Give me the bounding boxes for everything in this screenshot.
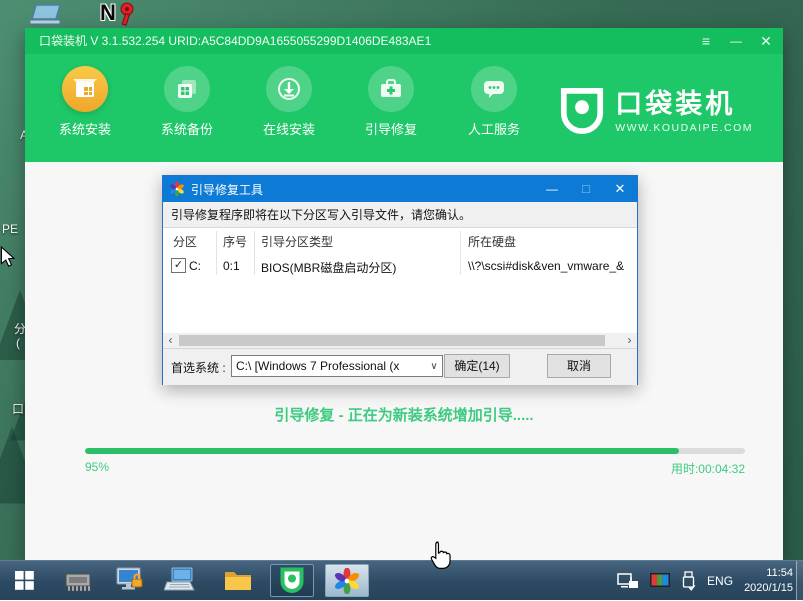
repair-toolbox-icon [368, 66, 414, 112]
network-icon[interactable] [617, 573, 639, 590]
dialog-minimize-icon[interactable]: — [535, 176, 569, 202]
brand-logo: 口袋装机 WWW.KOUDAIPE.COM [559, 86, 753, 138]
main-nav-header: 系统安装 系统备份 [25, 54, 783, 162]
taskbar: ENG 11:54 2020/1/15 [0, 560, 803, 600]
progress-percent: 95% [85, 460, 109, 477]
status-text: 引导修复 - 正在为新装系统增加引导..... [25, 404, 783, 425]
nav-item-system-backup[interactable]: 系统备份 [145, 66, 229, 138]
close-icon[interactable]: ✕ [751, 28, 781, 54]
clock-time: 11:54 [744, 566, 793, 581]
brand-url: WWW.KOUDAIPE.COM [615, 122, 753, 134]
scrollbar-thumb[interactable] [179, 335, 605, 346]
taskbar-bootrepair-app-button[interactable] [325, 564, 369, 597]
menu-icon[interactable]: ≡ [691, 28, 721, 54]
nav-item-system-install[interactable]: 系统安装 [43, 66, 127, 138]
taskbar-folder-icon[interactable] [216, 561, 260, 600]
taskbar-koudai-app-button[interactable] [270, 564, 314, 597]
scroll-left-icon[interactable]: ‹ [163, 333, 178, 348]
col-header-partition[interactable]: 分区 [173, 233, 197, 250]
nav-label: 在线安装 [247, 119, 331, 138]
column-divider [216, 231, 217, 275]
clock-date: 2020/1/15 [744, 581, 793, 596]
minimize-icon[interactable]: — [721, 28, 751, 54]
nav-label: 系统备份 [145, 119, 229, 138]
taskbar-chip-icon[interactable] [56, 561, 100, 600]
system-tray: ENG 11:54 2020/1/15 [617, 561, 793, 601]
red-key-glyph [114, 2, 136, 28]
download-icon [266, 66, 312, 112]
pinwheel-icon [334, 568, 360, 594]
nav-label: 系统安装 [43, 119, 127, 138]
arrow-cursor [0, 246, 16, 268]
nav-label: 人工服务 [452, 119, 536, 138]
start-button[interactable] [0, 561, 48, 600]
column-divider [460, 231, 461, 275]
cancel-button[interactable]: 取消 [547, 354, 611, 378]
cell-partition: C: [189, 259, 201, 273]
dialog-titlebar[interactable]: 引导修复工具 — □ ✕ [163, 176, 637, 202]
progress-labels: 95% 用时:00:04:32 [85, 460, 745, 477]
boot-repair-dialog: 引导修复工具 — □ ✕ 引导修复程序即将在以下分区写入引导文件，请您确认。 分… [162, 175, 638, 385]
brand-name: 口袋装机 [615, 91, 753, 118]
backup-icon [164, 66, 210, 112]
desktop: N A PE 分 ( 口 口袋装机 V 3.1.532.254 URID:A5C… [0, 0, 803, 600]
progress-bar [85, 448, 745, 454]
partition-table: 分区 序号 引导分区类型 所在硬盘 ✓ C: 0:1 BIOS(MBR磁盘启动分… [163, 229, 637, 333]
taskbar-remote-lock-icon[interactable] [108, 561, 152, 600]
checkbox-checked-icon[interactable]: ✓ [171, 258, 186, 273]
col-header-type[interactable]: 引导分区类型 [261, 233, 333, 250]
taskbar-keyboard-icon[interactable] [158, 561, 202, 600]
desktop-item-label[interactable]: 口 [12, 400, 24, 417]
dialog-title: 引导修复工具 [191, 181, 263, 198]
clock[interactable]: 11:54 2020/1/15 [744, 566, 793, 596]
chat-bubble-icon [471, 66, 517, 112]
nav-label: 引导修复 [349, 119, 433, 138]
windows-logo-icon [15, 571, 34, 590]
scroll-right-icon[interactable]: › [622, 333, 637, 348]
main-titlebar[interactable]: 口袋装机 V 3.1.532.254 URID:A5C84DD9A1655055… [25, 28, 783, 54]
desktop-item-label[interactable]: ( [16, 336, 20, 350]
nav-item-live-support[interactable]: 人工服务 [452, 66, 536, 138]
column-divider [254, 231, 255, 275]
desktop-item-label[interactable]: PE [2, 222, 18, 236]
desktop-nkey-icon[interactable]: N [100, 0, 136, 28]
elapsed-time: 用时:00:04:32 [671, 460, 745, 477]
usb-eject-icon[interactable] [681, 571, 696, 591]
cell-type: BIOS(MBR磁盘启动分区) [261, 259, 396, 276]
progress-fill [85, 448, 679, 454]
dialog-maximize-icon[interactable]: □ [569, 176, 603, 202]
display-color-icon[interactable] [650, 573, 670, 589]
dialog-message: 引导修复程序即将在以下分区写入引导文件，请您确认。 [163, 202, 637, 228]
cell-disk: \\?\scsi#disk&ven_vmware_& [468, 259, 634, 273]
preferred-system-value: C:\ [Windows 7 Professional (x [232, 359, 426, 373]
dialog-close-icon[interactable]: ✕ [603, 176, 637, 202]
dialog-footer: 首选系统 : C:\ [Windows 7 Professional (x ∨ … [163, 348, 637, 385]
ok-button[interactable]: 确定(14) [444, 354, 510, 378]
main-window-title: 口袋装机 V 3.1.532.254 URID:A5C84DD9A1655055… [39, 28, 431, 54]
cell-index: 0:1 [223, 259, 240, 273]
col-header-index[interactable]: 序号 [223, 233, 247, 250]
install-box-icon [62, 66, 108, 112]
language-indicator[interactable]: ENG [707, 574, 733, 588]
col-header-disk[interactable]: 所在硬盘 [468, 233, 516, 250]
shield-icon [280, 567, 304, 595]
show-desktop-button[interactable] [796, 561, 803, 601]
nav-item-boot-repair[interactable]: 引导修复 [349, 66, 433, 138]
preferred-system-label: 首选系统 : [171, 359, 226, 376]
pinwheel-icon [169, 181, 185, 197]
horizontal-scrollbar[interactable]: ‹ › [163, 333, 637, 348]
chevron-down-icon: ∨ [426, 361, 442, 372]
shield-icon [559, 86, 605, 138]
nav-item-online-install[interactable]: 在线安装 [247, 66, 331, 138]
preferred-system-select[interactable]: C:\ [Windows 7 Professional (x ∨ [231, 355, 443, 377]
